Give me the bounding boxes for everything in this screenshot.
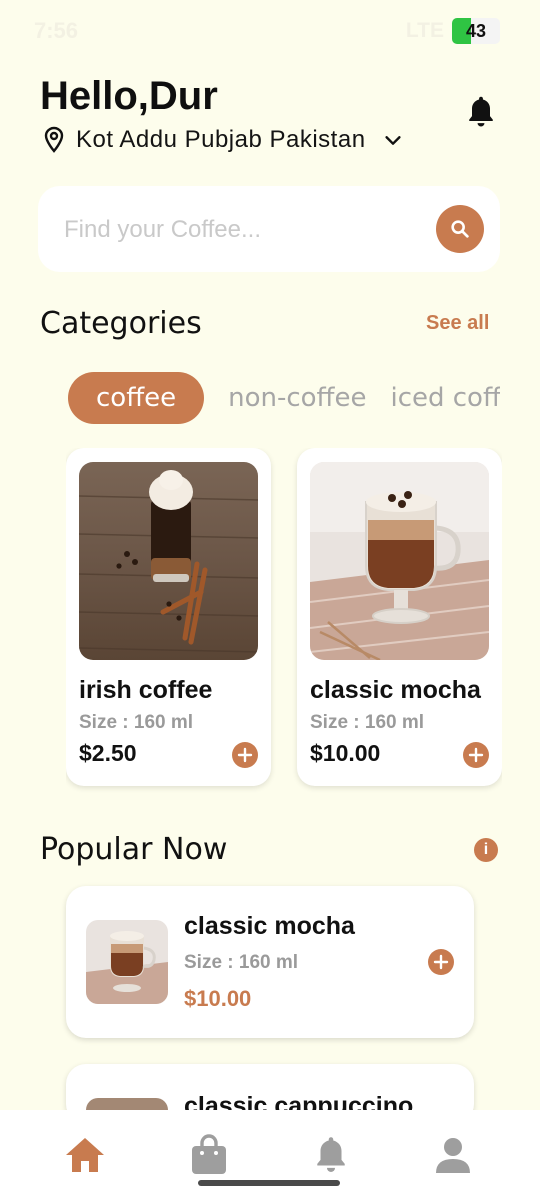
plus-icon <box>433 954 449 970</box>
see-all-link[interactable]: See all <box>426 312 489 335</box>
nav-cart[interactable] <box>186 1132 232 1178</box>
location-text: Kot Addu Pubjab Pakistan <box>76 126 366 153</box>
popular-title: Popular Now <box>40 832 228 867</box>
product-name: classic mocha <box>310 676 481 704</box>
popular-item-name: classic mocha <box>184 912 355 940</box>
info-icon[interactable]: i <box>474 838 498 862</box>
search-icon <box>451 220 469 238</box>
popular-item-image <box>86 920 168 1004</box>
plus-icon <box>468 747 484 763</box>
home-indicator <box>198 1180 340 1186</box>
product-size: Size : 160 ml <box>79 712 194 733</box>
add-to-cart-button[interactable] <box>232 742 258 768</box>
greeting-title: Hello,Dur <box>40 74 218 118</box>
bell-icon <box>317 1137 345 1172</box>
categories-title: Categories <box>40 306 202 341</box>
product-size: Size : 160 ml <box>310 712 425 733</box>
search-input[interactable] <box>64 212 394 248</box>
nav-notifications[interactable] <box>308 1132 354 1178</box>
category-chip-iced-coffee[interactable]: iced coffee <box>390 372 500 424</box>
product-carousel: irish coffee Size : 160 ml $2.50 classic… <box>66 448 502 793</box>
popular-item-size: Size : 160 ml <box>184 952 299 973</box>
search-button[interactable] <box>436 205 484 253</box>
category-chips: coffee non-coffee iced coffee <box>68 372 500 426</box>
location-pin-icon <box>44 126 64 153</box>
product-name: irish coffee <box>79 676 213 704</box>
location-selector[interactable]: Kot Addu Pubjab Pakistan <box>42 126 404 154</box>
battery-icon: 43 <box>452 18 500 44</box>
status-bar: 7:56 LTE 43 <box>0 0 540 62</box>
status-indicators: LTE 43 <box>406 18 500 44</box>
battery-level: 43 <box>465 20 487 41</box>
status-time: 7:56 <box>34 18 79 43</box>
product-image <box>79 462 258 660</box>
category-chip-non-coffee[interactable]: non-coffee <box>228 372 366 424</box>
product-card[interactable]: classic mocha Size : 160 ml $10.00 <box>297 448 502 786</box>
network-type: LTE <box>405 19 444 42</box>
chevron-down-icon <box>384 136 401 145</box>
search-bar <box>38 186 500 272</box>
bag-icon <box>192 1134 226 1174</box>
home-icon <box>66 1138 104 1172</box>
add-to-cart-button[interactable] <box>428 949 454 975</box>
category-chip-coffee[interactable]: coffee <box>68 372 205 424</box>
notification-bell-icon[interactable] <box>464 94 498 130</box>
add-to-cart-button[interactable] <box>463 742 489 768</box>
product-price: $2.50 <box>79 740 137 766</box>
profile-icon <box>436 1138 470 1173</box>
popular-item[interactable]: classic mocha Size : 160 ml $10.00 <box>66 886 474 1038</box>
plus-icon <box>237 747 253 763</box>
product-card[interactable]: irish coffee Size : 160 ml $2.50 <box>66 448 271 786</box>
product-image <box>310 462 489 660</box>
nav-profile[interactable] <box>430 1132 476 1178</box>
nav-home[interactable] <box>62 1132 108 1178</box>
popular-item-price: $10.00 <box>184 986 252 1011</box>
product-price: $10.00 <box>310 740 381 766</box>
bottom-nav <box>0 1110 540 1200</box>
